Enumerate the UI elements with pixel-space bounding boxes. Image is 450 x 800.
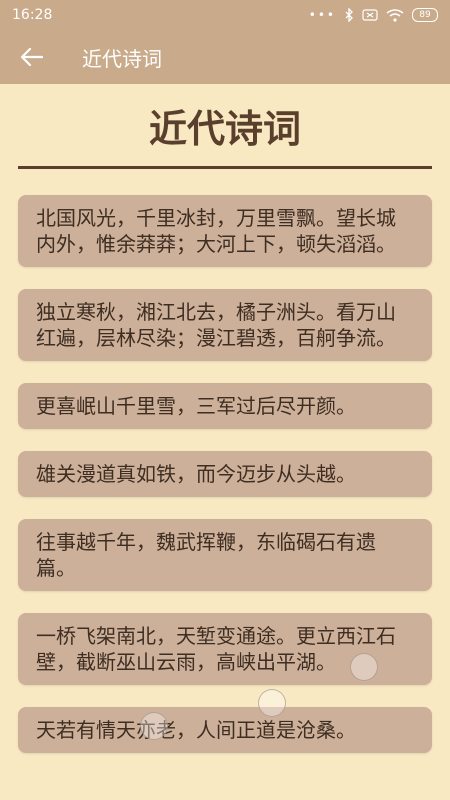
poem-card[interactable]: 更喜岷山千里雪，三军过后尽开颜。 bbox=[18, 383, 432, 429]
dots-icon: ••• bbox=[308, 8, 336, 22]
poem-card[interactable]: 雄关漫道真如铁，而今迈步从头越。 bbox=[18, 451, 432, 497]
poem-card[interactable]: 北国风光，千里冰封，万里雪飘。望长城内外，惟余莽莽；大河上下，顿失滔滔。 bbox=[18, 195, 432, 267]
arrow-left-icon bbox=[21, 48, 43, 66]
touch-indicator bbox=[350, 653, 378, 681]
toolbar-title: 近代诗词 bbox=[82, 46, 162, 71]
wifi-icon bbox=[386, 8, 404, 22]
touch-indicator bbox=[140, 712, 168, 740]
poem-list: 北国风光，千里冰封，万里雪飘。望长城内外，惟余莽莽；大河上下，顿失滔滔。 独立寒… bbox=[0, 195, 450, 753]
divider bbox=[18, 166, 432, 169]
poem-card[interactable]: 独立寒秋，湘江北去，橘子洲头。看万山红遍，层林尽染；漫江碧透，百舸争流。 bbox=[18, 289, 432, 361]
status-icons: ••• 89 bbox=[309, 8, 438, 22]
status-bar: 16:28 ••• 89 bbox=[0, 0, 450, 30]
toolbar: 近代诗词 bbox=[0, 30, 450, 84]
sim-icon bbox=[362, 9, 378, 21]
status-time: 16:28 bbox=[12, 7, 53, 23]
battery-icon: 89 bbox=[412, 8, 438, 22]
touch-indicator bbox=[258, 689, 286, 717]
poem-card[interactable]: 天若有情天亦老，人间正道是沧桑。 bbox=[18, 707, 432, 753]
poem-card[interactable]: 往事越千年，魏武挥鞭，东临碣石有遗篇。 bbox=[18, 519, 432, 591]
bluetooth-icon bbox=[345, 8, 353, 22]
page-title: 近代诗词 bbox=[148, 107, 301, 151]
back-button[interactable] bbox=[0, 30, 64, 84]
